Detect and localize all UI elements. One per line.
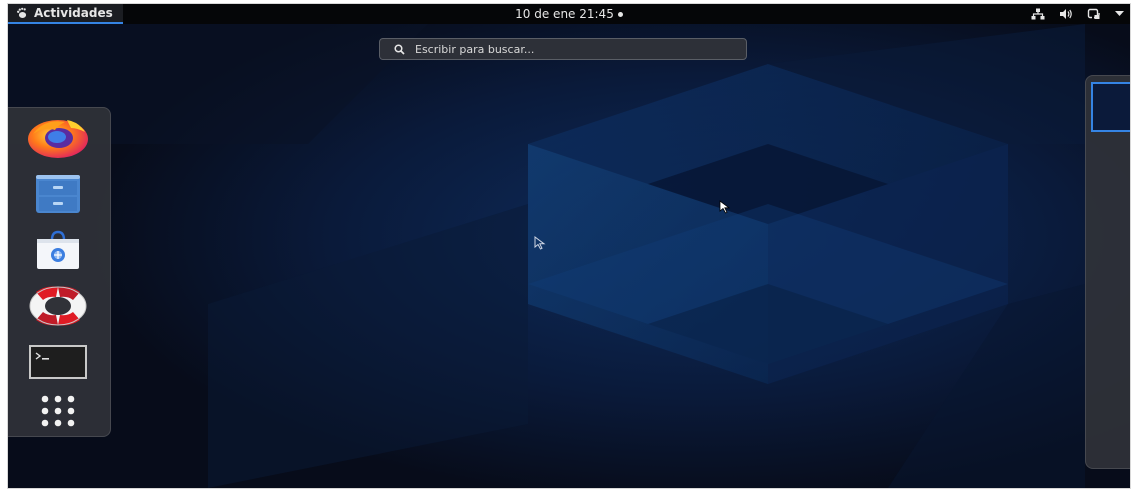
gnome-foot-icon — [17, 7, 27, 18]
clock-text: 10 de ene 21:45 — [515, 7, 614, 21]
search-input[interactable] — [415, 42, 715, 56]
dash-item-software[interactable] — [22, 222, 94, 278]
activities-label: Actividades — [34, 6, 113, 20]
top-bar: Actividades 10 de ene 21:45 — [8, 4, 1130, 24]
clock-button[interactable]: 10 de ene 21:45 — [515, 7, 623, 21]
clock-area: 10 de ene 21:45 — [8, 4, 1130, 24]
dash-item-terminal[interactable] — [22, 334, 94, 390]
power-icon — [1087, 8, 1100, 19]
workspace-thumbnail[interactable] — [1091, 82, 1130, 132]
wallpaper — [8, 4, 1130, 488]
search-entry[interactable] — [379, 38, 747, 60]
dash-item-firefox[interactable] — [22, 110, 94, 166]
notification-dot-icon — [617, 11, 623, 17]
lifebuoy-icon — [29, 286, 87, 326]
search-icon — [394, 43, 405, 55]
dash-item-help[interactable] — [22, 278, 94, 334]
dash — [8, 107, 111, 437]
file-cabinet-icon — [36, 175, 80, 213]
mouse-pointer-outline-icon — [534, 236, 546, 250]
system-menu[interactable] — [1031, 4, 1124, 24]
network-icon — [1031, 8, 1045, 20]
volume-icon — [1060, 9, 1072, 19]
app-grid-icon — [41, 395, 75, 427]
mouse-pointer-icon — [719, 200, 731, 214]
desktop-screen: Actividades 10 de ene 21:45 — [8, 4, 1130, 488]
workspace-switcher — [1085, 75, 1130, 469]
show-apps-button[interactable] — [22, 383, 94, 439]
terminal-icon — [29, 345, 87, 379]
shopping-bag-icon — [37, 230, 79, 269]
activities-button[interactable]: Actividades — [8, 4, 123, 24]
chevron-down-icon — [1115, 11, 1124, 16]
firefox-icon — [28, 120, 88, 158]
dash-item-files[interactable] — [22, 166, 94, 222]
